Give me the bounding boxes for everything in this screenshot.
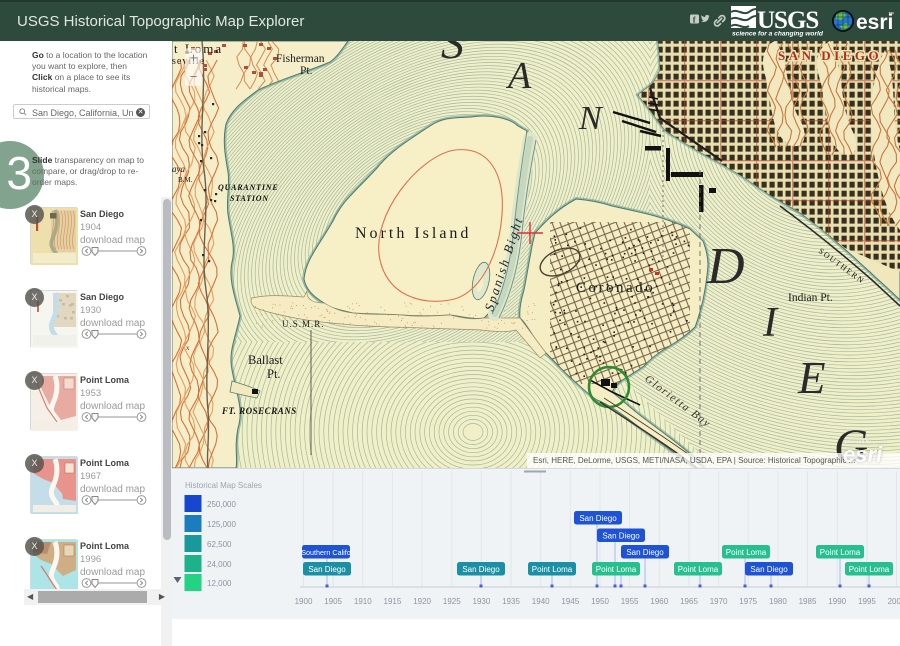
svg-text:62,500: 62,500	[207, 540, 232, 549]
svg-text:Point Loma: Point Loma	[820, 548, 861, 557]
svg-text:SAN DIEGO: SAN DIEGO	[778, 48, 882, 63]
svg-text:science for a changing world: science for a changing world	[732, 31, 824, 38]
svg-text:USGS Historical Topographic Ma: USGS Historical Topographic Map Explorer	[17, 13, 304, 30]
svg-text:San Diego: San Diego	[462, 565, 500, 574]
svg-text:A: A	[505, 55, 532, 97]
svg-text:Point Loma: Point Loma	[532, 565, 573, 574]
svg-text:x: x	[186, 344, 190, 352]
svg-text:™: ™	[888, 11, 894, 18]
svg-text:D: D	[706, 238, 745, 295]
svg-text:N: N	[578, 100, 604, 137]
svg-text:Point Loma: Point Loma	[678, 565, 719, 574]
svg-text:Fisherman: Fisherman	[276, 53, 325, 65]
svg-text:1905: 1905	[324, 597, 342, 606]
svg-text:1920: 1920	[413, 597, 431, 606]
svg-text:1960: 1960	[650, 597, 668, 606]
svg-text:1980: 1980	[769, 597, 787, 606]
svg-text:1935: 1935	[502, 597, 520, 606]
svg-text:Coronado: Coronado	[576, 280, 655, 296]
svg-text:San Diego: San Diego	[626, 548, 664, 557]
svg-text:Point Loma: Point Loma	[849, 565, 890, 574]
svg-text:San Diego: San Diego	[750, 565, 788, 574]
svg-text:B.M.: B.M.	[178, 176, 193, 184]
svg-text:Pt.: Pt.	[300, 65, 313, 77]
svg-text:f: f	[693, 15, 696, 25]
svg-text:1975: 1975	[739, 597, 757, 606]
svg-text:1990: 1990	[828, 597, 846, 606]
svg-text:1965: 1965	[680, 597, 698, 606]
svg-text:U.S.M.R.: U.S.M.R.	[282, 319, 325, 329]
svg-text:Point Loma: Point Loma	[596, 565, 637, 574]
svg-text:1930: 1930	[473, 597, 491, 606]
svg-text:QUARANTINE: QUARANTINE	[218, 183, 278, 192]
svg-text:STATION: STATION	[230, 194, 269, 203]
svg-text:250,000: 250,000	[207, 500, 236, 509]
svg-text:1985: 1985	[799, 597, 817, 606]
svg-text:FT. ROSECRANS: FT. ROSECRANS	[221, 406, 297, 416]
svg-text:2000: 2000	[888, 597, 900, 606]
svg-text:24,000: 24,000	[207, 560, 232, 569]
svg-text:E: E	[797, 353, 826, 403]
svg-text:Historical Map Scales: Historical Map Scales	[185, 481, 262, 490]
svg-text:Indian Pt.: Indian Pt.	[788, 292, 833, 304]
svg-text:1915: 1915	[384, 597, 402, 606]
svg-text:Ballast: Ballast	[248, 353, 283, 367]
svg-text:Southern Califo: Southern Califo	[301, 548, 351, 557]
svg-text:San Diego: San Diego	[579, 514, 617, 523]
svg-text:I: I	[762, 300, 779, 346]
svg-text:Point Loma: Point Loma	[726, 548, 767, 557]
svg-text:aya: aya	[172, 164, 185, 174]
svg-text:San Diego: San Diego	[308, 565, 346, 574]
svg-text:1925: 1925	[443, 597, 461, 606]
svg-text:1900: 1900	[295, 597, 313, 606]
svg-text:1945: 1945	[561, 597, 579, 606]
svg-text:San Diego: San Diego	[602, 531, 640, 540]
svg-text:1940: 1940	[532, 597, 550, 606]
svg-text:North Island: North Island	[355, 225, 471, 242]
svg-text:1970: 1970	[710, 597, 728, 606]
svg-text:1995: 1995	[858, 597, 876, 606]
svg-text:Pt.: Pt.	[267, 367, 281, 381]
svg-text:12,000: 12,000	[207, 579, 232, 588]
svg-text:1910: 1910	[354, 597, 372, 606]
svg-text:125,000: 125,000	[207, 520, 236, 529]
svg-text:1955: 1955	[621, 597, 639, 606]
svg-text:S: S	[441, 41, 464, 68]
svg-text:1950: 1950	[591, 597, 609, 606]
